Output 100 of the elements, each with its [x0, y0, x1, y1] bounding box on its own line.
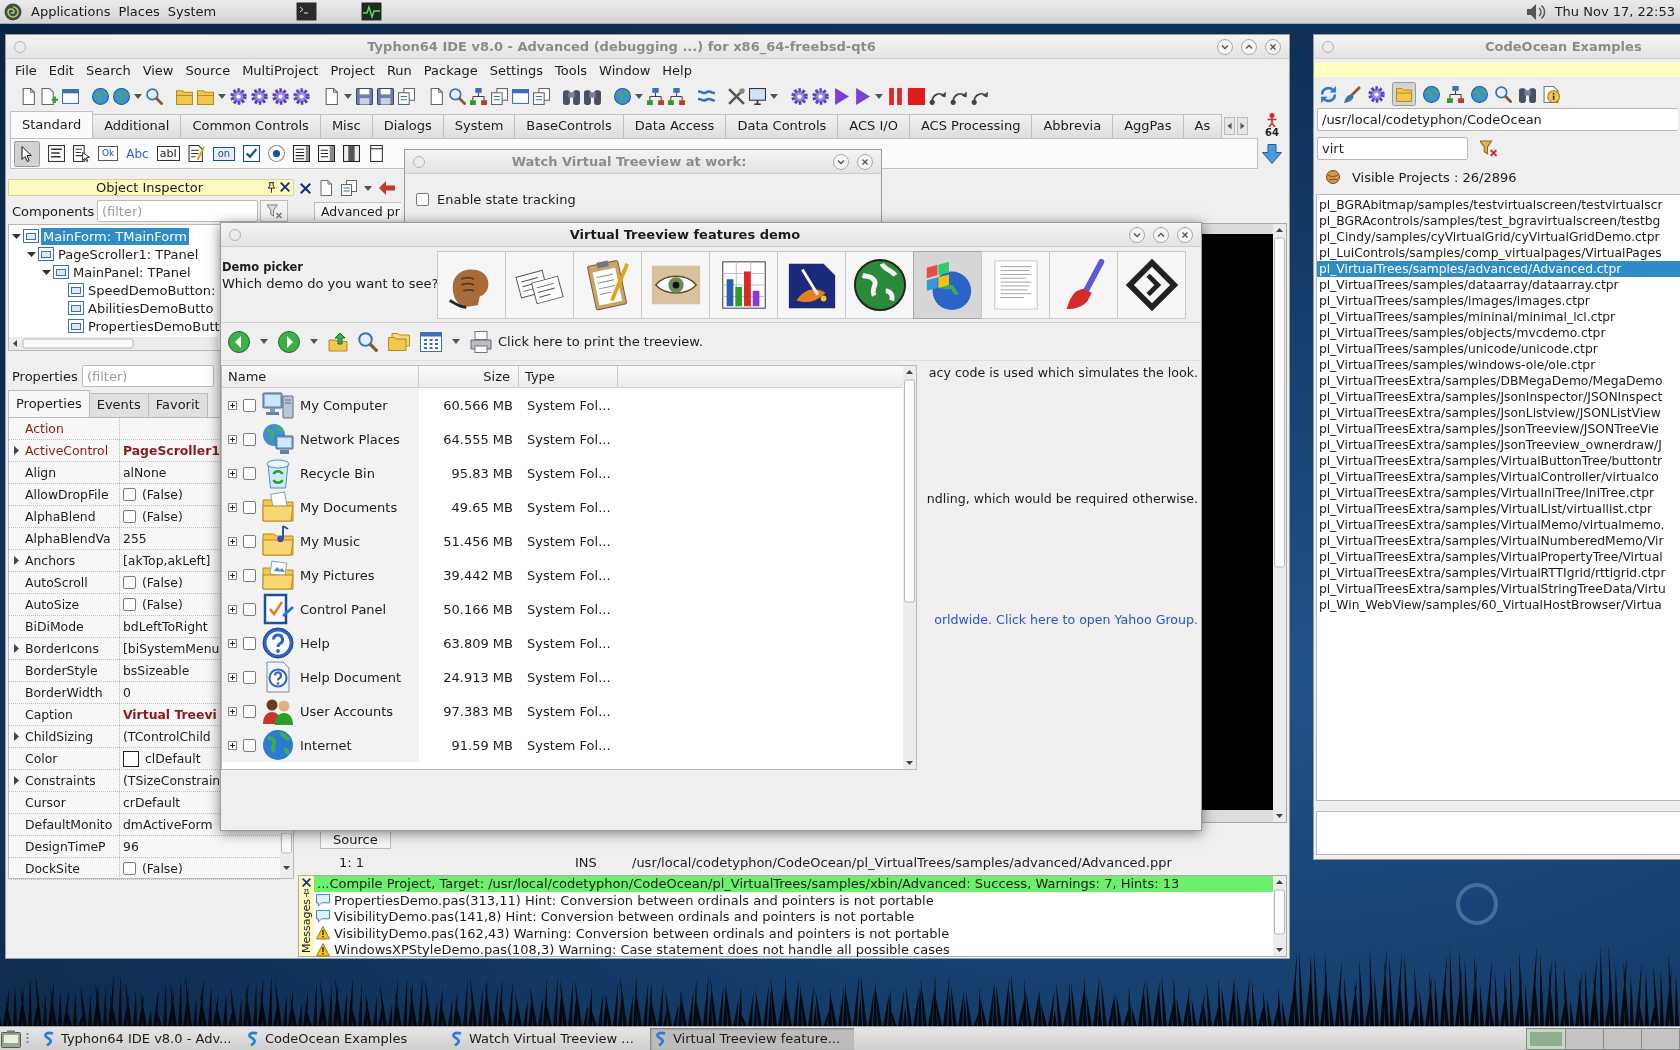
gear-icon[interactable]: [230, 87, 247, 105]
project-item[interactable]: pl_VirtualTrees/samples/unicode/unicode.ctpr: [1317, 341, 1680, 357]
demo-button[interactable]: [845, 251, 914, 319]
window-icon[interactable]: [62, 87, 79, 105]
project-item[interactable]: pl_VirtualTreesExtra/samples/VirtualButtonTree/buttontr: [1317, 453, 1680, 469]
speaker-icon[interactable]: [1525, 2, 1546, 21]
close-icon[interactable]: [300, 182, 311, 194]
scroll-right-icon[interactable]: [1237, 117, 1249, 135]
pause-icon[interactable]: [887, 87, 904, 105]
checkbox[interactable]: [243, 602, 256, 616]
maximize-icon[interactable]: [1241, 38, 1257, 55]
project-item[interactable]: pl_VirtualTrees/samples/windows-ole/ole.ctpr: [1317, 357, 1680, 373]
item-name[interactable]: My Music: [300, 533, 361, 549]
palette-tab[interactable]: As: [1182, 114, 1223, 138]
project-item[interactable]: pl_VirtualTrees/samples/dataarray/dataarray.ctpr: [1317, 277, 1680, 293]
path-field[interactable]: /usr/local/codetyphon/CodeOcean: [1317, 108, 1678, 131]
caret-icon[interactable]: [364, 185, 372, 191]
palette-tab[interactable]: Common Controls: [180, 114, 321, 138]
cursor-icon[interactable]: [14, 140, 40, 167]
close-icon[interactable]: [302, 878, 311, 887]
message-line[interactable]: WindowsXPStyleDemo.pas(108,3) Warning: Case statement does not handle all possible cases: [334, 942, 950, 958]
binoculars-icon[interactable]: [563, 87, 580, 105]
gear-icon[interactable]: [812, 87, 829, 105]
palette-tab[interactable]: System: [442, 114, 516, 138]
menu-item[interactable]: Project: [324, 62, 381, 78]
editor-tab[interactable]: Source: [320, 832, 391, 849]
expander-icon[interactable]: [228, 604, 237, 614]
column-header[interactable]: Size: [419, 366, 519, 387]
page-icon[interactable]: [323, 87, 340, 105]
expander-icon[interactable]: [13, 446, 19, 455]
globe-icon[interactable]: [614, 87, 631, 105]
task-button[interactable]: CodeOcean Examples: [242, 1027, 446, 1050]
demo-button[interactable]: [641, 251, 710, 319]
close-icon[interactable]: [1177, 226, 1193, 243]
gear-icon[interactable]: [293, 87, 310, 105]
demo-button[interactable]: [437, 251, 506, 319]
folder-icon[interactable]: [176, 87, 193, 105]
palette-tab[interactable]: Abbrevia: [1031, 114, 1114, 138]
menu-item[interactable]: Run: [380, 62, 418, 78]
checkbox[interactable]: [123, 576, 136, 589]
panel-menu[interactable]: Applications: [31, 4, 111, 19]
palette-tab[interactable]: Standard: [10, 111, 94, 138]
project-item[interactable]: pl_VirtualTreesExtra/samples/JsonTreeview/JSONTreeVie: [1317, 421, 1680, 437]
gear-icon[interactable]: [272, 87, 289, 105]
item-name[interactable]: My Pictures: [300, 567, 375, 583]
globe-icon[interactable]: [1423, 85, 1440, 103]
search-icon[interactable]: [358, 331, 378, 352]
pages-icon[interactable]: [491, 87, 508, 105]
project-item[interactable]: pl_LuiControls/samples/comp_virtualpages/VirtualPages: [1317, 245, 1680, 261]
spiral-logo-icon[interactable]: [4, 2, 22, 21]
column-header[interactable]: Type: [519, 366, 618, 387]
close-icon[interactable]: [1265, 38, 1281, 55]
menu-item[interactable]: MultiProject: [236, 62, 325, 78]
palette-tab[interactable]: ACS Processing: [908, 114, 1033, 138]
inspector-tab[interactable]: Events: [88, 393, 149, 417]
project-item[interactable]: pl_BGRAcontrols/samples/test_bgravirtualscreen/testbg: [1317, 213, 1680, 229]
memo-field[interactable]: [1316, 811, 1680, 855]
folders-icon[interactable]: [388, 332, 410, 351]
hierarchy-icon[interactable]: [647, 87, 664, 105]
panel-menu[interactable]: System: [167, 4, 217, 19]
palette-tab[interactable]: Data Controls: [725, 114, 839, 138]
expander-icon[interactable]: [228, 740, 237, 750]
demo-button[interactable]: [777, 251, 846, 319]
tree-item[interactable]: PropertiesDemoButt: [86, 317, 222, 335]
editor-tab[interactable]: Advanced pr: [314, 202, 401, 220]
filter-field[interactable]: virt: [1317, 137, 1468, 160]
caret-icon[interactable]: [260, 339, 268, 344]
terminal-icon[interactable]: [296, 2, 318, 21]
project-item[interactable]: pl_VirtualTreesExtra/samples/VirtualController/virtualco: [1317, 469, 1680, 485]
minimize-icon[interactable]: [1129, 226, 1145, 243]
project-item[interactable]: pl_VirtualTreesExtra/samples/VirtualIniTree/IniTree.ctpr: [1317, 485, 1680, 501]
label-tool[interactable]: Abc: [126, 147, 149, 160]
play-icon[interactable]: [854, 87, 871, 105]
minimize-icon[interactable]: [1217, 38, 1233, 55]
radio-button-icon[interactable]: [268, 145, 286, 162]
checkbox[interactable]: [243, 466, 256, 480]
expander-icon[interactable]: [228, 468, 237, 478]
page-icon[interactable]: [20, 87, 37, 105]
gear-icon[interactable]: [791, 87, 808, 105]
globe-icon[interactable]: [1471, 85, 1488, 103]
checkbox[interactable]: [243, 636, 256, 650]
message-line[interactable]: VisibilityDemo.pas(141,8) Hint: Conversion between ordinals and pointers is not portable: [334, 909, 915, 925]
palette-tab[interactable]: Misc: [319, 114, 373, 138]
expander-icon[interactable]: [228, 570, 237, 580]
hierarchy-icon[interactable]: [668, 87, 685, 105]
hierarchy-icon[interactable]: [470, 87, 487, 105]
menu-item[interactable]: Edit: [42, 62, 80, 78]
expander-icon[interactable]: [228, 502, 237, 512]
edit-tool[interactable]: abI: [156, 146, 180, 161]
project-item[interactable]: pl_Cindy/samples/cyVirtualGrid/cyVirtualGridDemo.ctpr: [1317, 229, 1680, 245]
palette-tab[interactable]: ACS I/O: [837, 114, 910, 138]
checkbox[interactable]: [123, 862, 136, 875]
globe-icon[interactable]: [92, 87, 109, 105]
checkbox[interactable]: [243, 432, 256, 446]
tree-item[interactable]: SpeedDemoButton:: [86, 281, 218, 299]
menu-item[interactable]: Search: [79, 62, 137, 78]
up-folder-icon[interactable]: [328, 331, 348, 352]
tree-item[interactable]: MainForm: TMainForm: [41, 227, 189, 245]
inspector-tab[interactable]: Favorit: [147, 393, 208, 417]
project-item[interactable]: pl_VirtualTrees/samples/images/images.ctpr: [1317, 293, 1680, 309]
